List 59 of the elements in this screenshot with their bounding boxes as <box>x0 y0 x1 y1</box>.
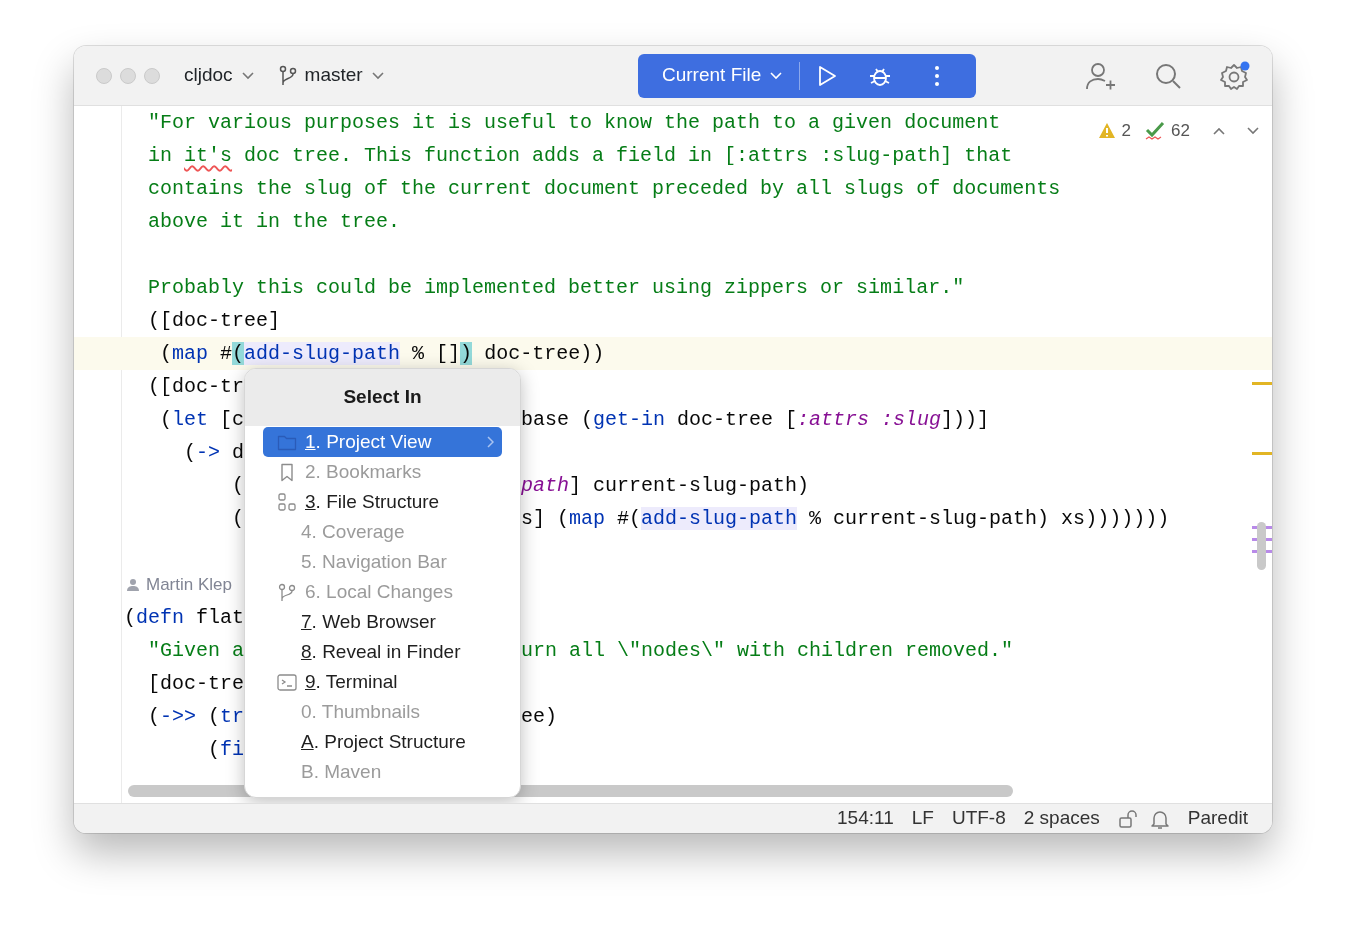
code-fragment: s] (map #(add-slug-path % current-slug-path) xs))))))) <box>521 507 1170 530</box>
code-fragment: (->> (tr <box>147 705 245 728</box>
code-fragment: ([doc-tr <box>147 375 245 398</box>
play-icon[interactable] <box>816 64 839 87</box>
code-line: contains the slug of the current document preceded by all slugs of documents <box>147 177 1061 200</box>
add-user-icon[interactable] <box>1086 61 1116 90</box>
line-ending-selector[interactable]: LF <box>911 804 934 833</box>
code-fragment: (let [c <box>159 408 245 431</box>
menu-item[interactable]: 3. File Structure <box>263 487 502 517</box>
branch-icon <box>277 582 297 602</box>
menu-item[interactable]: 7. Web Browser <box>263 607 502 637</box>
chevron-up-icon[interactable] <box>1212 125 1226 136</box>
structure-icon <box>277 492 297 512</box>
code-fragment: path] current-slug-path) <box>521 474 810 497</box>
menu-item[interactable]: A. Project Structure <box>263 727 502 757</box>
menu-item[interactable]: 8. Reveal in Finder <box>263 637 502 667</box>
code-line: above it in the tree. <box>147 210 401 233</box>
more-options-icon[interactable] <box>934 64 941 87</box>
settings-icon[interactable] <box>1220 60 1250 91</box>
code-line: "For various purposes it is useful to know the path to a given document <box>147 111 1001 134</box>
project-selector[interactable]: cljdoc <box>184 61 255 90</box>
lock-icon[interactable] <box>1117 808 1138 829</box>
code-line: (map #(add-slug-path % []) doc-tree)) <box>159 342 605 365</box>
warning-icon <box>1097 122 1116 140</box>
menu-item[interactable]: 9. Terminal <box>263 667 502 697</box>
code-fragment: (defn flat <box>124 606 245 629</box>
encoding-selector[interactable]: UTF-8 <box>951 804 1006 833</box>
scrollbar-thumb[interactable] <box>1257 522 1266 570</box>
author-annotation: Martin Klep <box>146 574 232 596</box>
code-fragment: "Given a <box>147 639 245 662</box>
branch-icon <box>278 64 297 87</box>
run-configuration-selector[interactable]: Current File <box>662 61 784 90</box>
code-fragment: (-> d <box>183 441 245 464</box>
person-icon <box>126 577 140 592</box>
terminal-icon <box>277 672 297 692</box>
popup-title: Select In <box>245 369 520 426</box>
code-line: ([doc-tree] <box>147 309 281 332</box>
code-fragment: ee) <box>521 705 557 728</box>
chevron-down-icon <box>370 70 385 81</box>
code-fragment: base (get-in doc-tree [:attrs :slug]))] <box>521 408 990 431</box>
code-line: Probably this could be implemented better using zippers or similar." <box>147 276 965 299</box>
search-icon[interactable] <box>1154 61 1182 90</box>
chevron-down-icon[interactable] <box>1246 125 1260 136</box>
chevron-down-icon <box>769 70 784 81</box>
mode-indicator[interactable]: Paredit <box>1187 804 1248 833</box>
indent-selector[interactable]: 2 spaces <box>1023 804 1100 833</box>
menu-item[interactable]: 1. Project View <box>263 427 502 457</box>
code-fragment: ( <box>231 474 245 497</box>
warning-count: 2 <box>1121 120 1132 142</box>
code-fragment: (fi <box>207 738 245 761</box>
check-count: 62 <box>1171 120 1190 142</box>
code-line: in it's doc tree. This function adds a field in [:attrs :slug-path] that <box>147 144 1013 167</box>
check-icon <box>1145 120 1166 141</box>
branch-selector[interactable]: master <box>278 61 385 90</box>
code-fragment: ( <box>231 507 245 530</box>
chevron-down-icon <box>240 70 255 81</box>
code-fragment: [doc-tre <box>147 672 245 695</box>
cursor-position[interactable]: 154:11 <box>837 804 894 833</box>
code-fragment: urn all \"nodes\" with children removed." <box>521 639 1014 662</box>
